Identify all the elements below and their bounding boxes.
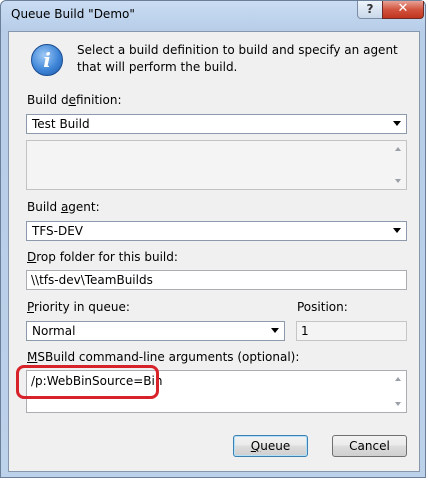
msbuild-args-scrollbar[interactable] <box>391 371 406 412</box>
queue-button[interactable]: Queue <box>233 435 308 457</box>
msbuild-args-label: MSBuild command-line arguments (optional… <box>27 350 300 364</box>
build-agent-label: Build agent: <box>27 200 100 214</box>
cancel-button[interactable]: Cancel <box>332 435 407 457</box>
chevron-down-icon <box>393 228 401 233</box>
build-definition-label: Build definition: <box>27 93 122 107</box>
build-agent-select[interactable]: TFS-DEV <box>26 221 407 241</box>
info-message: Select a build definition to build and s… <box>77 43 398 74</box>
close-button[interactable]: ✕ <box>382 1 424 19</box>
scroll-up-icon[interactable] <box>395 377 401 381</box>
priority-value: Normal <box>32 324 76 338</box>
build-definition-value: Test Build <box>32 117 90 131</box>
build-definition-description <box>26 140 407 190</box>
scroll-up-icon[interactable] <box>395 147 401 151</box>
scroll-down-icon[interactable] <box>395 402 401 406</box>
highlight-annotation <box>16 365 159 399</box>
position-field: 1 <box>296 321 407 341</box>
priority-select[interactable]: Normal <box>26 321 285 341</box>
title-bar[interactable]: Queue Build "Demo" ? ✕ <box>1 1 425 31</box>
drop-folder-input[interactable]: \\tfs-dev\TeamBuilds <box>26 270 407 290</box>
info-icon: i <box>31 44 63 76</box>
position-label: Position: <box>297 300 348 314</box>
description-scrollbar[interactable] <box>391 141 406 189</box>
window-title: Queue Build "Demo" <box>11 7 135 21</box>
help-button[interactable]: ? <box>357 1 383 19</box>
drop-folder-label: Drop folder for this build: <box>27 250 178 264</box>
chevron-down-icon <box>271 328 279 333</box>
dialog-window: Queue Build "Demo" ? ✕ i Select a build … <box>0 0 426 478</box>
chevron-down-icon <box>393 121 401 126</box>
dialog-body: i Select a build definition to build and… <box>8 31 420 472</box>
build-agent-value: TFS-DEV <box>32 224 83 238</box>
scroll-down-icon[interactable] <box>395 179 401 183</box>
priority-label: Priority in queue: <box>27 300 130 314</box>
build-definition-select[interactable]: Test Build <box>26 114 407 134</box>
